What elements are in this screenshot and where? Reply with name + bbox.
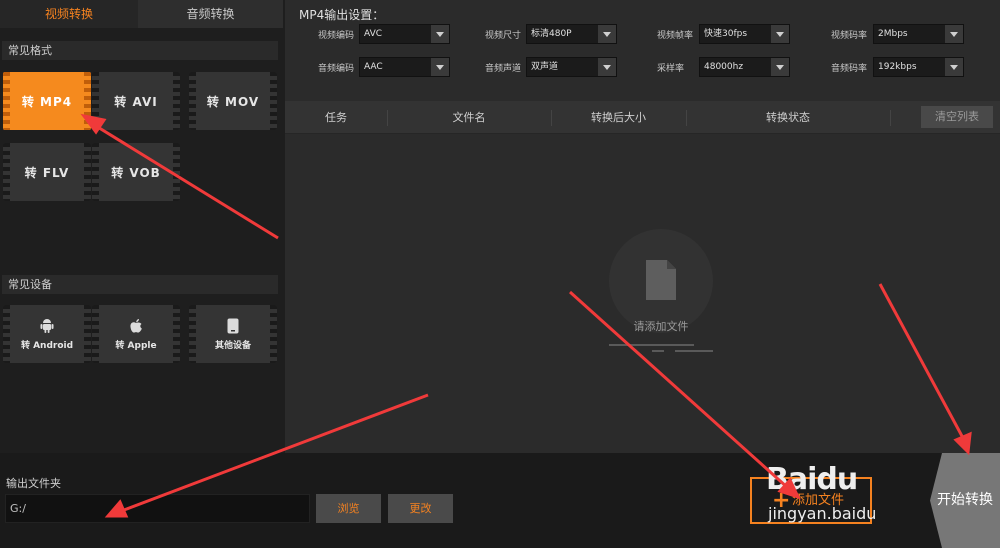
format-label: 转 AVI [114,94,158,109]
format-label: 转 FLV [24,165,70,180]
audio-bitrate-label: 音频码率 [831,64,868,74]
device-label: 其他设备 [214,340,251,351]
chevron-down-icon [598,25,616,43]
select-value: 标清480P [531,29,572,39]
format-mov-button[interactable]: 转 MOV [189,72,277,130]
header-divider [890,110,891,126]
audio-codec-label: 音频编码 [318,64,355,74]
video-codec-select[interactable]: AVC [359,24,450,44]
video-size-select[interactable]: 标清480P [526,24,617,44]
left-panel: 视频转换 音频转换 常见格式 转 MP4 转 AVI 转 MOV 转 FLV 转… [0,0,285,453]
android-icon [40,318,54,333]
document-icon [646,260,676,300]
empty-list-hint: 请添加文件 [633,320,689,333]
watermark-logo-text: Baidu [766,462,858,497]
section-common-devices: 常见设备 [2,275,278,294]
select-value: AVC [364,29,383,39]
device-other-button[interactable]: 其他设备 [189,305,277,363]
select-value: 2Mbps [878,29,908,39]
video-codec-label: 视频编码 [318,31,355,41]
chevron-down-icon [771,25,789,43]
select-value: AAC [364,62,383,72]
video-fps-select[interactable]: 快速30fps [699,24,790,44]
device-icon [227,318,239,333]
divider-line [609,344,694,346]
device-android-button[interactable]: 转 Android [3,305,91,363]
audio-codec-select[interactable]: AAC [359,57,450,77]
format-vob-button[interactable]: 转 VOB [92,143,180,201]
chevron-down-icon [598,58,616,76]
chevron-down-icon [431,25,449,43]
device-apple-button[interactable]: 转 Apple [92,305,180,363]
format-mp4-button[interactable]: 转 MP4 [3,72,91,130]
apple-icon [130,318,142,333]
right-panel: MP4输出设置： 视频编码 AVC 视频尺寸 标清480P 视频帧率 快速30f… [285,0,1000,453]
browse-button[interactable]: 浏览 [316,494,381,523]
device-label: 转 Apple [115,340,157,351]
tab-audio-convert[interactable]: 音频转换 [138,0,283,28]
chevron-down-icon [771,58,789,76]
format-label: 转 VOB [111,165,161,180]
chevron-down-icon [431,58,449,76]
sample-rate-label: 采样率 [657,64,685,74]
video-size-label: 视频尺寸 [485,31,522,41]
audio-channel-select[interactable]: 双声道 [526,57,617,77]
header-task: 任务 [325,111,347,124]
chevron-down-icon [945,58,963,76]
format-label: 转 MOV [206,94,260,109]
divider-line [675,350,713,352]
video-bitrate-select[interactable]: 2Mbps [873,24,964,44]
change-button[interactable]: 更改 [388,494,453,523]
output-folder-input[interactable]: G:/ [5,494,310,523]
tab-video-convert[interactable]: 视频转换 [0,0,138,28]
video-fps-label: 视频帧率 [657,31,694,41]
output-folder-label: 输出文件夹 [6,477,61,490]
header-converted-size: 转换后大小 [591,111,646,124]
format-avi-button[interactable]: 转 AVI [92,72,180,130]
select-value: 双声道 [531,62,559,72]
clear-list-button[interactable]: 清空列表 [921,106,993,128]
select-value: 48000hz [704,62,744,72]
chevron-down-icon [945,25,963,43]
sample-rate-select[interactable]: 48000hz [699,57,790,77]
device-label: 转 Android [20,340,74,351]
divider-line [652,350,664,352]
format-label: 转 MP4 [21,94,73,109]
audio-bitrate-select[interactable]: 192kbps [873,57,964,77]
header-convert-status: 转换状态 [766,111,810,124]
select-value: 192kbps [878,62,917,72]
settings-title: MP4输出设置： [299,8,385,22]
video-bitrate-label: 视频码率 [831,31,868,41]
baidu-watermark: Baidu jingyan.baidu [766,460,906,530]
header-filename: 文件名 [452,111,486,124]
section-common-formats: 常见格式 [2,41,278,60]
task-table-header: 任务 文件名 转换后大小 转换状态 [285,101,1000,134]
audio-channel-label: 音频声道 [485,64,522,74]
select-value: 快速30fps [704,29,748,39]
format-flv-button[interactable]: 转 FLV [3,143,91,201]
start-convert-button[interactable]: 开始转换 [930,453,1000,548]
watermark-url-text: jingyan.baidu [768,504,877,523]
